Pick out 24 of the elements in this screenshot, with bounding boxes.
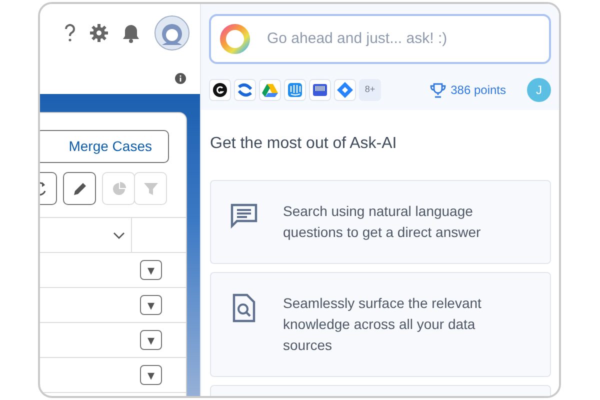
points-link[interactable]: 386 points [430,81,506,99]
row-menu-button[interactable]: ▾ [140,365,162,385]
merge-cases-button[interactable]: Merge Cases [40,130,169,163]
feature-description: Search using natural language questions to get a direct answer [283,202,482,242]
bell-icon[interactable] [122,24,140,42]
row-menu-button[interactable]: ▾ [140,330,162,350]
chevron-down-icon[interactable] [113,232,125,238]
feature-card[interactable]: Search using natural language questions to get a direct answer [210,180,551,264]
edit-button[interactable] [63,172,96,205]
chat-icon [229,201,259,231]
row-menu-button[interactable]: ▾ [140,295,162,315]
ask-field[interactable]: Go ahead and just... ask! :) [209,14,551,64]
settings-icon[interactable] [90,24,108,42]
help-icon[interactable] [64,24,76,42]
source-app-icon[interactable] [209,79,231,101]
more-sources-count[interactable]: 8+ [359,79,381,101]
feature-description: Seamlessly surface the relevant knowledge across all your data sources [283,294,482,355]
trophy-icon [430,82,446,98]
logo-icon [219,23,251,55]
feature-card[interactable]: Seamlessly surface the relevant knowledge across all your data sources [210,272,551,377]
row-menu-button[interactable]: ▾ [140,260,162,280]
info-icon[interactable] [175,72,186,84]
section-title: Get the most out of Ask-AI [210,134,398,154]
avatar-icon[interactable] [154,15,190,51]
